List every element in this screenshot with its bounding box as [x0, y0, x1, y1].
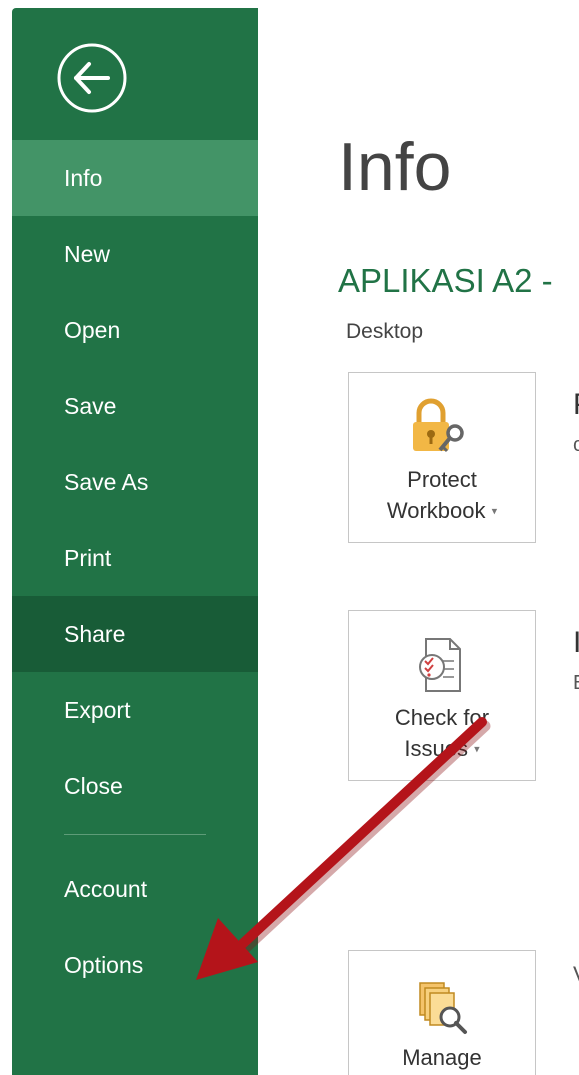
lock-key-icon [413, 398, 464, 453]
nav-label: Save [64, 393, 117, 419]
nav-divider [64, 834, 206, 835]
nav-item-print[interactable]: Print [12, 520, 258, 596]
nav-label: Save As [64, 469, 149, 495]
tile-label-line2: Workbook ▾ [349, 495, 535, 528]
nav-label: Account [64, 876, 148, 902]
nav-label: Share [64, 621, 126, 647]
nav-label: Close [64, 773, 123, 799]
dropdown-caret-icon: ▾ [474, 743, 480, 756]
check-for-issues-button[interactable]: Check for Issues ▾ [348, 610, 536, 781]
nav-label: New [64, 241, 111, 267]
info-pane: Info APLIKASI A2 - Desktop Protect Workb… [258, 0, 579, 1075]
nav-item-share[interactable]: Share [12, 596, 258, 672]
nav-label: Open [64, 317, 121, 343]
document-location: Desktop [346, 320, 424, 343]
back-arrow-icon [57, 43, 127, 113]
nav-item-new[interactable]: New [12, 216, 258, 292]
dropdown-caret-icon: ▾ [491, 505, 498, 518]
inspect-document-icon [419, 638, 461, 692]
nav-item-save-as[interactable]: Save As [12, 444, 258, 520]
tile-label-text: Workbook [386, 498, 486, 523]
nav-item-info[interactable]: Info [12, 140, 258, 216]
nav-item-export[interactable]: Export [12, 672, 258, 748]
back-button[interactable] [56, 42, 128, 114]
nav-item-save[interactable]: Save [12, 368, 258, 444]
tile-label-text: Issues [404, 736, 468, 761]
tile-label-line2: Issues ▾ [349, 733, 535, 766]
page-title: Info [338, 129, 452, 205]
tile-label: Manage [402, 1045, 482, 1070]
manage-versions-icon [419, 982, 467, 1034]
protect-heading-cut: P [573, 388, 579, 422]
nav-label: Export [64, 697, 131, 723]
tile-label: Check for [394, 705, 490, 730]
nav-item-close[interactable]: Close [12, 748, 258, 824]
nav-label: Options [64, 952, 144, 978]
backstage-nav: Info New Open Save Save As Print Share E… [12, 140, 258, 1003]
nav-item-open[interactable]: Open [12, 292, 258, 368]
nav-item-account[interactable]: Account [12, 851, 258, 927]
tile-label: Protect [407, 467, 477, 492]
nav-item-options[interactable]: Options [12, 927, 258, 1003]
document-name: APLIKASI A2 - [338, 262, 553, 299]
manage-versions-button[interactable]: Manage [348, 950, 536, 1075]
protect-workbook-button[interactable]: Protect Workbook ▾ [348, 372, 536, 543]
backstage-sidebar: Info New Open Save Save As Print Share E… [12, 8, 258, 1075]
nav-label: Print [64, 545, 112, 571]
inspect-heading-cut: I [573, 626, 579, 659]
inspect-desc-cut: E [573, 672, 579, 695]
versions-heading-cut: V [573, 962, 579, 988]
nav-label: Info [64, 165, 103, 191]
protect-desc-cut: c [573, 434, 579, 456]
